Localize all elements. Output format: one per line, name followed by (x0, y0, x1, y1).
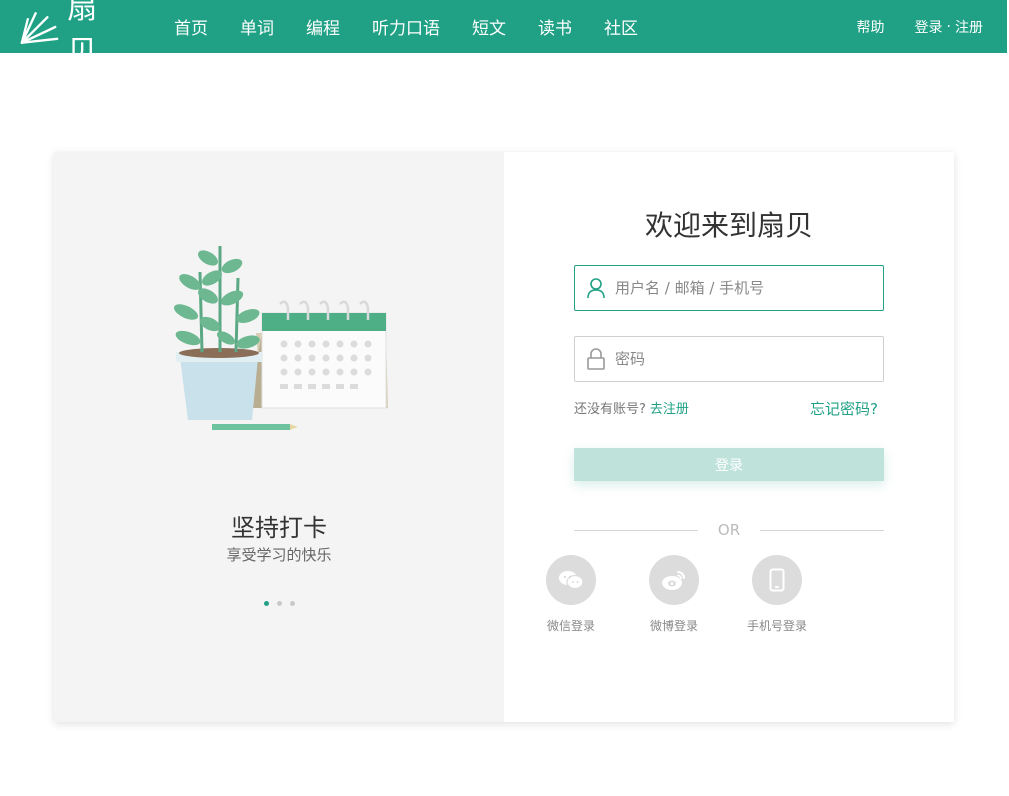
lock-icon (585, 348, 607, 370)
no-account-text: 还没有账号? 去注册 (574, 398, 689, 417)
promo-carousel: 坚持打卡 享受学习的快乐 (54, 152, 504, 722)
user-icon (585, 277, 607, 299)
nav-articles[interactable]: 短文 (472, 14, 506, 39)
slide-title: 坚持打卡 (231, 514, 327, 542)
separator-dot: · (946, 18, 951, 35)
divider-line-right (760, 529, 885, 531)
phone-login[interactable]: 手机号登录 (742, 555, 812, 634)
weibo-login[interactable]: 微博登录 (639, 555, 709, 634)
header-login-link[interactable]: 登录 (915, 17, 943, 37)
nav-reading[interactable]: 读书 (538, 14, 572, 39)
nav-community[interactable]: 社区 (604, 14, 638, 39)
weibo-icon (662, 571, 685, 590)
phone-login-button[interactable] (752, 555, 802, 605)
forgot-password-link[interactable]: 忘记密码? (810, 398, 878, 419)
header-account-links: 帮助 登录 · 注册 (857, 0, 983, 53)
top-nav-bar: 扇贝 首页 单词 编程 听力口语 短文 读书 社区 帮助 登录 · 注册 (0, 0, 1007, 70)
nav-listening[interactable]: 听力口语 (372, 14, 440, 39)
username-input[interactable] (615, 266, 883, 310)
slide-subtitle: 享受学习的快乐 (226, 546, 332, 564)
or-divider: OR (574, 520, 885, 540)
help-link[interactable]: 帮助 (857, 17, 885, 37)
weibo-login-label: 微博登录 (649, 619, 698, 633)
divider-line-left (574, 529, 698, 531)
phone-icon (769, 568, 785, 592)
header-register-link[interactable]: 注册 (955, 17, 983, 37)
password-field[interactable] (574, 336, 884, 382)
account-links-row: 还没有账号? 去注册 忘记密码? (574, 398, 884, 418)
nav-home[interactable]: 首页 (174, 14, 208, 39)
site-logo[interactable]: 扇贝 (18, 0, 128, 70)
plant-calendar-illustration (173, 246, 388, 430)
wechat-icon (559, 571, 584, 590)
logo-text: 扇贝 (67, 0, 99, 70)
wechat-login-label: 微信登录 (546, 619, 595, 633)
carousel-dot-3[interactable] (289, 601, 295, 606)
username-field[interactable] (574, 265, 884, 311)
welcome-title: 欢迎来到扇贝 (644, 209, 813, 242)
weibo-login-button[interactable] (649, 555, 699, 605)
nav-coding[interactable]: 编程 (306, 14, 340, 39)
wechat-login[interactable]: 微信登录 (536, 555, 606, 634)
login-button[interactable]: 登录 (574, 448, 884, 481)
shell-logo-icon (20, 12, 59, 44)
login-form-panel: 欢迎来到扇贝 还没有账号? 去注册 忘记密码? 登录 (504, 152, 954, 722)
phone-login-label: 手机号登录 (746, 619, 807, 633)
login-card: 坚持打卡 享受学习的快乐 欢迎来到扇贝 用户名 / 邮箱 / 手机号 还没有账号… (54, 152, 954, 722)
wechat-login-button[interactable] (546, 555, 596, 605)
nav-words[interactable]: 单词 (240, 14, 274, 39)
go-register-link[interactable]: 去注册 (650, 402, 689, 417)
carousel-dot-2[interactable] (276, 601, 282, 606)
carousel-dot-1[interactable] (263, 601, 269, 606)
no-account-question: 还没有账号? (574, 402, 646, 417)
or-text: OR (717, 521, 741, 539)
carousel-dots (54, 601, 504, 606)
password-input[interactable] (615, 337, 883, 381)
main-nav: 首页 单词 编程 听力口语 短文 读书 社区 (174, 0, 670, 53)
